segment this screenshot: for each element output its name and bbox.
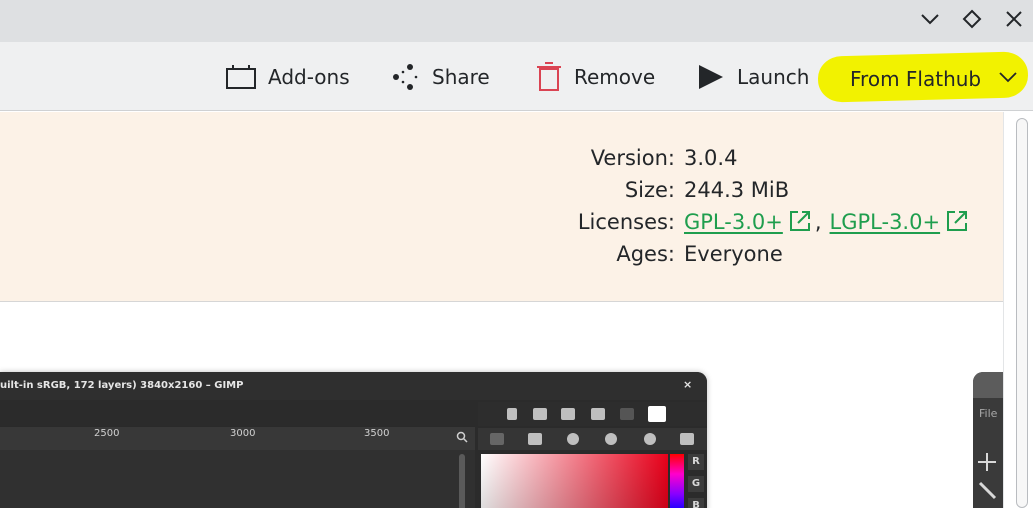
screenshot-next-titlebar (973, 372, 1003, 398)
dock-tab-icon (507, 408, 517, 420)
license-separator: , (814, 210, 822, 234)
chevron-down-icon (999, 72, 1017, 83)
screenshot-ruler: 2500 3000 3500 (0, 426, 475, 450)
licenses-key: Licenses: (577, 210, 675, 234)
share-icon (393, 64, 418, 90)
dock-tab-icon (533, 408, 547, 420)
screenshot-scrollbar (459, 454, 465, 508)
close-button[interactable] (1000, 6, 1028, 32)
addons-icon (226, 65, 256, 89)
share-label: Share (432, 65, 490, 89)
window-titlebar (0, 0, 1033, 42)
screenshot-next-menu-label: File (979, 407, 998, 420)
dock-tab-icon (561, 408, 575, 420)
app-screenshot-next[interactable]: File (973, 372, 1003, 508)
addons-label: Add-ons (268, 65, 350, 89)
source-selector[interactable]: From Flathub (817, 51, 1029, 103)
remove-label: Remove (574, 65, 656, 89)
screenshot-title: uilt-in sRGB, 172 layers) 3840x2160 – GI… (0, 372, 707, 400)
color-picker (481, 454, 668, 508)
ruler-label: 2500 (94, 428, 120, 439)
size-key: Size: (624, 178, 675, 202)
license-link-gpl[interactable]: GPL-3.0+ (684, 210, 783, 234)
dock-tab-icon (528, 433, 542, 445)
app-info-panel: Version: 3.0.4 Size: 244.3 MiB Licenses:… (0, 112, 1003, 302)
license-link-lgpl[interactable]: LGPL-3.0+ (830, 210, 941, 234)
hue-slider (670, 454, 684, 508)
play-icon (699, 65, 723, 89)
move-tool-icon (978, 453, 996, 471)
channel-r: R (688, 454, 704, 470)
chevron-down-icon (921, 14, 939, 25)
source-selector-label: From Flathub (850, 67, 982, 91)
trash-icon (537, 62, 561, 91)
version-key: Version: (590, 146, 675, 170)
launch-button[interactable]: Launch (697, 60, 809, 94)
zoom-icon (456, 431, 468, 443)
screenshot-dock-tabs (478, 402, 707, 426)
measure-tool-icon (978, 481, 997, 500)
remove-button[interactable]: Remove (536, 60, 655, 94)
dock-tab-icon (680, 433, 694, 445)
dock-tab-icon (567, 433, 579, 445)
maximize-button[interactable] (958, 6, 986, 32)
share-button[interactable]: Share (392, 60, 490, 94)
dock-tab-icon (620, 408, 634, 420)
dock-tab-icon (490, 433, 504, 445)
ruler-label: 3000 (230, 428, 256, 439)
screenshot-canvas (0, 450, 475, 508)
ruler-label: 3500 (364, 428, 390, 439)
app-screenshot[interactable]: uilt-in sRGB, 172 layers) 3840x2160 – GI… (0, 372, 707, 508)
dock-tab-icon (644, 433, 656, 445)
dock-tab-icon (591, 408, 605, 420)
minimize-button[interactable] (916, 6, 944, 32)
launch-label: Launch (737, 65, 810, 89)
addons-button[interactable]: Add-ons (226, 60, 350, 94)
size-value: 244.3 MiB (684, 178, 790, 202)
ages-value: Everyone (684, 242, 783, 266)
licenses-value: GPL-3.0+, LGPL-3.0+ (684, 210, 968, 234)
channel-g: G (688, 476, 704, 492)
scrollbar-thumb[interactable] (1016, 118, 1028, 508)
close-icon (1006, 11, 1022, 27)
screenshot-close-glyph: × (683, 378, 693, 391)
dock-tab-icon (648, 406, 666, 422)
external-link-icon[interactable] (789, 210, 811, 232)
external-link-icon[interactable] (946, 210, 968, 232)
dock-tab-icon (605, 433, 617, 445)
version-value: 3.0.4 (684, 146, 738, 170)
ages-key: Ages: (616, 242, 675, 266)
screenshot-dock-tabs-secondary (478, 428, 707, 450)
channel-b: B (688, 498, 704, 508)
diamond-icon (962, 9, 982, 29)
